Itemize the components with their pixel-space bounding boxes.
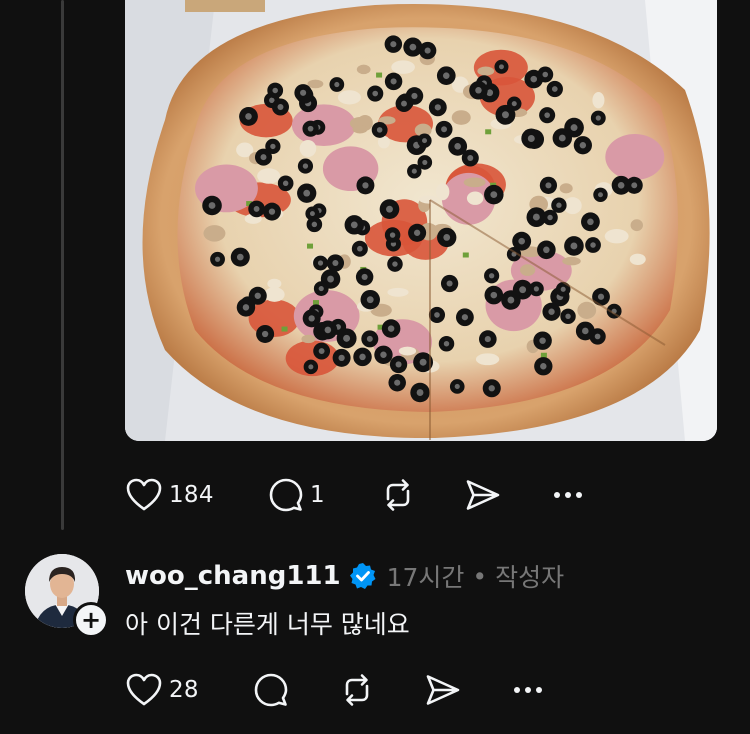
thread-line: [61, 0, 64, 530]
verified-badge-icon: [349, 563, 376, 589]
follow-button[interactable]: +: [73, 602, 109, 638]
more-icon: [554, 492, 582, 498]
repost-icon: [386, 479, 410, 511]
reply-like-count: 28: [169, 677, 199, 703]
pizza-photo: [125, 0, 717, 441]
meta-separator: •: [472, 561, 488, 591]
reply-username[interactable]: woo_chang111: [125, 561, 341, 591]
repost-button[interactable]: [380, 477, 465, 513]
heart-icon: [126, 673, 162, 706]
comment-icon: [269, 478, 303, 512]
reply-item: + woo_chang111 17시간 • 작성자 아 이건 다른게 너무 많네…: [0, 548, 750, 658]
plus-icon: +: [80, 606, 102, 634]
more-button[interactable]: [553, 491, 583, 499]
like-button[interactable]: 184: [125, 478, 268, 512]
reply-more-button[interactable]: [513, 686, 543, 694]
reply-comment-button[interactable]: [253, 672, 339, 708]
reply-count: 1: [310, 482, 325, 508]
more-icon: [514, 687, 542, 693]
reply-button[interactable]: 1: [268, 477, 380, 513]
author-tag: 작성자: [495, 563, 565, 592]
reply-time: 17시간: [386, 563, 465, 592]
send-icon: [426, 675, 460, 705]
reply-share-button[interactable]: [425, 673, 513, 707]
reply-repost-button[interactable]: [339, 672, 425, 708]
comment-icon: [254, 673, 288, 707]
share-button[interactable]: [465, 478, 553, 512]
reply-like-button[interactable]: 28: [125, 673, 253, 707]
reply-header: woo_chang111 17시간 • 작성자: [125, 558, 564, 594]
post-actions: 184 1: [125, 473, 583, 517]
reply-text: 아 이건 다른게 너무 많네요: [125, 610, 410, 639]
reply-actions: 28: [125, 668, 543, 712]
send-icon: [466, 480, 500, 510]
heart-icon: [126, 478, 162, 511]
like-count: 184: [169, 482, 214, 508]
repost-icon: [345, 674, 369, 706]
post-image[interactable]: [125, 0, 717, 441]
